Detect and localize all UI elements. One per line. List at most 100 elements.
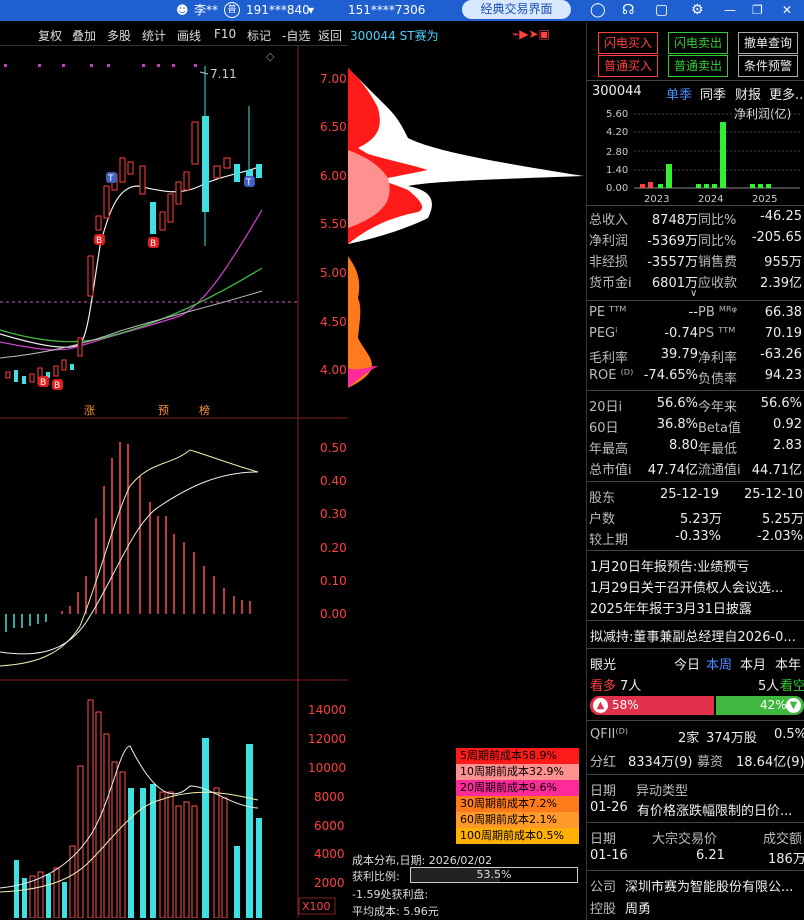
normal-sell-button[interactable]: 普通卖出 bbox=[668, 55, 728, 77]
tab-month[interactable]: 本月 bbox=[740, 654, 766, 673]
account-2[interactable]: 151****7306 bbox=[348, 0, 425, 21]
qfii-pct: 0.5% bbox=[774, 727, 804, 742]
b-marker: B bbox=[150, 239, 156, 249]
thumb-up-icon: ▲ bbox=[593, 698, 608, 713]
holder-label: 较上期 bbox=[589, 533, 629, 548]
fast-sell-button[interactable]: 闪电卖出 bbox=[668, 32, 728, 54]
fin-label: 今年来 bbox=[698, 400, 738, 415]
tab-today[interactable]: 今日 bbox=[674, 654, 700, 673]
svg-text:4000: 4000 bbox=[314, 847, 345, 861]
tab-same-quarter[interactable]: 同季 bbox=[700, 84, 726, 103]
cost-date: 成本分布,日期: 2026/02/02 bbox=[352, 854, 493, 867]
toolbar-draw[interactable]: 画线 bbox=[177, 27, 201, 44]
top-markers bbox=[4, 64, 197, 67]
b-marker: B bbox=[96, 236, 102, 246]
vol-axis: 14000 12000 10000 8000 6000 4000 2000 bbox=[308, 703, 346, 890]
price-tick: 5.50 bbox=[320, 217, 347, 231]
curve-label: -1.59处获利盘: bbox=[352, 888, 429, 901]
diamond-icon[interactable]: ◇ bbox=[266, 50, 275, 63]
block-price-header: 大宗交易价 bbox=[652, 832, 718, 847]
svg-text:4.20: 4.20 bbox=[606, 127, 628, 138]
chart-tools-icon[interactable]: ⌁▶➤▣ bbox=[512, 27, 550, 41]
headset-icon[interactable]: ☊ bbox=[622, 0, 634, 21]
toolbar-overlay[interactable]: 叠加 bbox=[72, 27, 96, 44]
restore-icon[interactable]: ❐ bbox=[752, 0, 763, 21]
account-1[interactable]: 191***840 bbox=[246, 0, 310, 21]
candles bbox=[5, 66, 262, 385]
tag-bang: 榜 bbox=[199, 403, 210, 417]
logo-icon[interactable]: ◯ bbox=[590, 0, 606, 21]
vol-unit: X100 bbox=[302, 900, 331, 913]
raise-label: 募资 bbox=[697, 755, 724, 770]
svg-text:0.10: 0.10 bbox=[320, 574, 347, 588]
fin-label: Beta值 bbox=[698, 421, 741, 436]
bear-count: 5人 bbox=[758, 679, 780, 694]
svg-text:1.40: 1.40 bbox=[606, 165, 628, 176]
close-icon[interactable]: ✕ bbox=[782, 0, 792, 21]
normal-buy-button[interactable]: 普通买入 bbox=[598, 55, 658, 77]
raise-value: 18.64亿(9) bbox=[736, 755, 804, 770]
fin-value: 94.23 bbox=[764, 368, 802, 383]
company-name[interactable]: 深圳市赛为智能股份有限公... bbox=[625, 876, 793, 895]
toolbar-f10[interactable]: F10 bbox=[214, 27, 236, 41]
tab-report[interactable]: 财报 bbox=[735, 84, 761, 103]
tab-more[interactable]: 更多.. bbox=[769, 84, 803, 103]
cancel-query-button[interactable]: 撤单查询 bbox=[738, 32, 798, 54]
expand-chevron-icon[interactable]: ∨ bbox=[690, 288, 697, 299]
minimize-icon[interactable]: — bbox=[724, 0, 736, 21]
kline-panel[interactable]: 7.00 6.50 6.00 5.50 5.00 4.50 4.00 7.11 … bbox=[0, 46, 348, 918]
holder-label: 户数 bbox=[589, 512, 616, 527]
bull-bar[interactable]: ▲ 58% bbox=[590, 696, 714, 715]
fin-value: 56.6% bbox=[656, 396, 698, 411]
tab-week[interactable]: 本周 bbox=[706, 654, 732, 673]
fin-value: 2.83 bbox=[773, 438, 802, 453]
news-item[interactable]: 2025年年报于3月31日披露 bbox=[590, 598, 752, 617]
fin-value: 47.74亿 bbox=[647, 463, 698, 478]
toolbar-mark[interactable]: 标记 bbox=[247, 27, 271, 44]
condition-alert-button[interactable]: 条件预警 bbox=[738, 55, 798, 77]
fin-value: 0.92 bbox=[773, 417, 802, 432]
toolbar-multi[interactable]: 多股 bbox=[107, 27, 131, 44]
news-item[interactable]: 1月20日年报预告:业绩预亏 bbox=[590, 556, 749, 575]
chevron-down-icon[interactable]: ▾ bbox=[308, 0, 314, 21]
bear-bar[interactable]: 42% ▼ bbox=[716, 696, 804, 715]
tab-year[interactable]: 本年 bbox=[775, 654, 801, 673]
price-tick: 4.50 bbox=[320, 315, 347, 329]
macd-axis: 0.50 0.40 0.30 0.20 0.10 0.00 bbox=[320, 441, 347, 621]
b-marker: B bbox=[40, 378, 46, 388]
fin-value: -5369万 bbox=[647, 234, 698, 249]
fin-value: -63.26 bbox=[760, 347, 802, 362]
thumb-down-icon: ▼ bbox=[786, 698, 801, 713]
tab-single-quarter[interactable]: 单季 bbox=[666, 84, 692, 103]
bull-count: 7人 bbox=[620, 679, 642, 694]
price-tick: 4.00 bbox=[320, 363, 347, 377]
fin-value: -46.25 bbox=[760, 209, 802, 224]
fin-value: 955万 bbox=[764, 255, 802, 270]
gear-icon[interactable]: ⚙ bbox=[691, 0, 704, 21]
classic-trade-button[interactable]: 经典交易界面 bbox=[462, 0, 571, 19]
legend-60: 60周期前成本2.1% bbox=[456, 812, 579, 828]
toolbar-back[interactable]: 返回 bbox=[318, 27, 342, 44]
reduce-holding-notice[interactable]: 拟减持:董事兼副总经理自2026-0... bbox=[590, 626, 796, 645]
fin-value: 36.8% bbox=[656, 417, 698, 432]
abn-date-header: 日期 bbox=[590, 784, 617, 799]
qfii-count: 2家 bbox=[678, 731, 700, 746]
holder-value: -2.03% bbox=[757, 529, 803, 544]
news-item[interactable]: 1月29日关于召开债权人会议选... bbox=[590, 577, 783, 596]
message-icon[interactable]: ▢ bbox=[655, 0, 668, 21]
legend-5: 5周期前成本58.9% bbox=[456, 748, 579, 764]
abn-type[interactable]: 有价格涨跌幅限制的日价... bbox=[637, 800, 792, 819]
price-tick: 7.00 bbox=[320, 72, 347, 86]
svg-text:2.80: 2.80 bbox=[606, 147, 628, 158]
price-tick: 6.50 bbox=[320, 120, 347, 134]
toolbar-fuquan[interactable]: 复权 bbox=[38, 27, 62, 44]
toolbar-stats[interactable]: 统计 bbox=[142, 27, 166, 44]
legend-30: 30周期前成本7.2% bbox=[456, 796, 579, 812]
fast-buy-button[interactable]: 闪电买入 bbox=[598, 32, 658, 54]
avg-cost: 平均成本: 5.96元 bbox=[352, 905, 439, 918]
toolbar-watchlist[interactable]: -自选 bbox=[282, 27, 310, 44]
controller-name[interactable]: 周勇 bbox=[625, 898, 651, 917]
price-axis: 7.00 6.50 6.00 5.50 5.00 4.50 4.00 bbox=[320, 72, 347, 377]
tag-zhang: 涨 bbox=[84, 404, 95, 417]
user-name[interactable]: 李** bbox=[194, 0, 218, 21]
